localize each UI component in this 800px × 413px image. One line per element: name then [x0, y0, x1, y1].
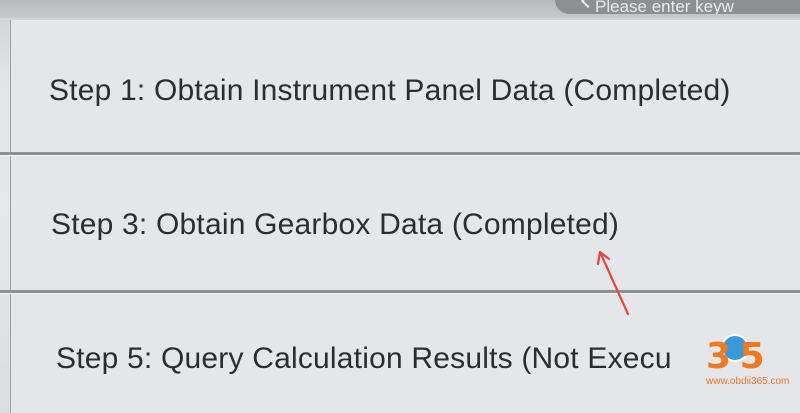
annotation-arrow-icon — [596, 250, 630, 316]
step-row-3[interactable]: Step 3: Obtain Gearbox Data (Completed) — [10, 156, 800, 291]
watermark-logo: 3 5 — [706, 336, 765, 377]
top-bar: Please enter keyw — [0, 0, 800, 18]
step-label: Step 3: Obtain Gearbox Data (Completed) — [51, 208, 620, 241]
row-divider — [0, 152, 800, 155]
watermark-url: www.obdii365.com — [706, 376, 790, 387]
step-label: Step 5: Query Calculation Results (Not E… — [56, 342, 672, 375]
search-box[interactable]: Please enter keyw — [555, 0, 800, 14]
back-arrow-icon — [580, 0, 596, 9]
search-placeholder[interactable]: Please enter keyw — [595, 0, 734, 14]
step-row-5[interactable]: Step 5: Query Calculation Results (Not E… — [10, 294, 800, 413]
step-row-1[interactable]: Step 1: Obtain Instrument Panel Data (Co… — [10, 20, 800, 153]
watermark: 3 5 www.obdii365.com — [700, 328, 800, 413]
diagnostic-screen: Please enter keyw Step 1: Obtain Instrum… — [0, 0, 800, 413]
row-divider — [0, 290, 800, 293]
step-label: Step 1: Obtain Instrument Panel Data (Co… — [49, 74, 731, 107]
